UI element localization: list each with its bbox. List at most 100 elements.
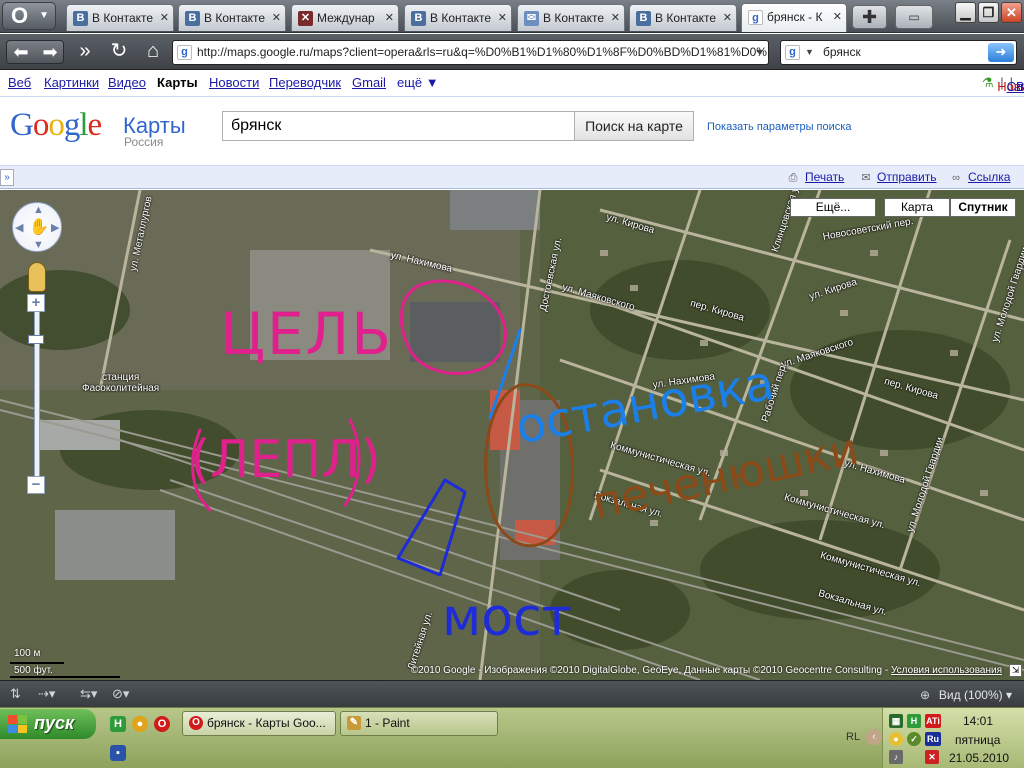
vk-icon: B <box>185 11 200 26</box>
tab-vkontakte-2[interactable]: B В Контакте ✕ <box>178 4 286 31</box>
quick-launch-browser-icon[interactable]: ● <box>132 716 148 732</box>
new-tab-button[interactable]: ✚ <box>852 5 887 29</box>
tray-desktop-icon[interactable]: H <box>907 714 921 728</box>
close-tab-icon[interactable]: ✕ <box>160 11 169 24</box>
reload-icon[interactable]: ↻ <box>106 39 132 65</box>
zoom-level[interactable]: Вид (100%) ▾ <box>939 688 1012 702</box>
pan-up-icon[interactable]: ▲ <box>33 204 44 216</box>
quick-launch-save-icon[interactable]: ▪ <box>110 745 126 761</box>
pan-control[interactable]: ▲ ▼ ◀ ▶ ✋ <box>12 202 62 252</box>
zoom-in-button[interactable]: + <box>27 294 45 312</box>
tray-network-icon[interactable]: ▦ <box>889 714 903 728</box>
satellite-map[interactable]: ул. Нахимова ул. Металлургов ул. Кирова … <box>0 190 1024 680</box>
quick-launch-opera-icon[interactable]: O <box>154 716 170 732</box>
tab-international[interactable]: ✕ Междунар ✕ <box>291 4 399 31</box>
taskbar-item-opera[interactable]: O брянск - Карты Goo... <box>182 711 336 736</box>
minimize-button[interactable]: ▁ <box>955 2 976 23</box>
search-field[interactable]: g ▼ брянск ➜ <box>780 40 1017 65</box>
gbar-link-translate[interactable]: Переводчик <box>269 75 341 90</box>
forward-arrow-icon[interactable]: ➡ <box>36 41 64 63</box>
home-icon[interactable]: ⌂ <box>140 39 166 65</box>
tab-vkontakte-1[interactable]: B В Контакте ✕ <box>66 4 174 31</box>
gbar-link-gmail[interactable]: Gmail <box>352 75 386 90</box>
gbar-more-menu[interactable]: ещё ▼ <box>397 75 439 90</box>
turbo-icon[interactable]: ⇢▾ <box>38 686 55 702</box>
gbar-link-news[interactable]: Новости <box>209 75 259 90</box>
panel-toggle-icon[interactable]: ⇅ <box>10 686 21 702</box>
google-logo[interactable]: Google <box>10 107 102 144</box>
maps-search-input[interactable]: брянск <box>222 111 574 141</box>
close-tab-icon[interactable]: ✕ <box>385 11 394 24</box>
envelope-icon: ✉ <box>861 172 871 184</box>
link-link[interactable]: Ссылка <box>968 170 1010 184</box>
clock-date: 21.05.2010 <box>949 751 1010 765</box>
sign-in-link[interactable]: Войти <box>1016 79 1024 94</box>
pan-right-icon[interactable]: ▶ <box>51 221 59 234</box>
close-tab-icon[interactable]: ✕ <box>833 10 842 23</box>
map-type-map-button[interactable]: Карта <box>884 198 950 217</box>
restore-button[interactable]: ❐ <box>978 2 999 23</box>
address-field[interactable]: g http://maps.google.ru/maps?client=oper… <box>172 40 769 65</box>
tray-check-icon[interactable]: ✓ <box>907 732 921 746</box>
search-on-map-button[interactable]: Поиск на карте <box>574 111 694 141</box>
flask-icon: ⚗ <box>981 75 994 90</box>
printer-icon: ⎙ <box>788 172 798 184</box>
tab-vkontakte-3[interactable]: B В Контакте ✕ <box>404 4 512 31</box>
street-view-pegman-icon[interactable] <box>28 262 46 292</box>
map-type-satellite-button[interactable]: Спутник <box>950 198 1016 217</box>
print-link[interactable]: Печать <box>805 170 844 184</box>
tab-vkontakte-5[interactable]: B В Контакте ✕ <box>629 4 737 31</box>
hand-icon: ✋ <box>29 219 49 236</box>
chevron-down-icon[interactable]: ▼ <box>805 41 814 64</box>
pan-down-icon[interactable]: ▼ <box>33 239 44 251</box>
quick-launch-desktop-icon[interactable]: H <box>110 716 126 732</box>
overview-toggle-icon[interactable]: ⇲ <box>1009 664 1022 677</box>
unite-icon[interactable]: ⊘▾ <box>112 686 129 702</box>
gbar-link-images[interactable]: Картинки <box>44 75 99 90</box>
close-tab-icon[interactable]: ✕ <box>272 11 281 24</box>
collapse-panel-icon[interactable]: » <box>0 169 14 186</box>
close-window-button[interactable]: ✕ <box>1001 2 1022 23</box>
close-tab-icon[interactable]: ✕ <box>723 11 732 24</box>
region-label: Россия <box>124 135 164 149</box>
clock-time[interactable]: 14:01 <box>963 714 993 728</box>
clock-day: пятница <box>955 733 1001 747</box>
vk-icon: B <box>636 11 651 26</box>
gbar-link-maps: Карты <box>157 75 198 90</box>
zoom-slider-handle[interactable] <box>28 335 44 344</box>
closed-tabs-trash-icon[interactable]: ▭ <box>895 5 933 29</box>
close-tab-icon[interactable]: ✕ <box>611 11 620 24</box>
taskbar-item-paint[interactable]: ✎ 1 - Paint <box>340 711 498 736</box>
start-button[interactable]: пуск <box>0 709 96 739</box>
annotation-bridge: мост <box>442 588 572 648</box>
send-link[interactable]: Отправить <box>877 170 937 184</box>
search-go-arrow-icon[interactable]: ➜ <box>988 43 1014 62</box>
google-icon: g <box>177 45 192 60</box>
close-tab-icon[interactable]: ✕ <box>498 11 507 24</box>
back-arrow-icon[interactable]: ⬅ <box>7 41 35 63</box>
language-indicator[interactable]: RL <box>846 731 860 743</box>
gbar-link-video[interactable]: Видео <box>108 75 146 90</box>
browser-status-bar: ⇅ ⇢▾ ⇆▾ ⊘▾ ⊕ Вид (100%) ▾ <box>0 680 1024 707</box>
opera-icon: O <box>189 716 203 730</box>
gbar-link-web[interactable]: Веб <box>8 75 31 90</box>
tab-vkontakte-4[interactable]: ✉ В Контакте ✕ <box>517 4 625 31</box>
tray-ati-icon[interactable]: ATi <box>925 714 941 728</box>
more-layers-button[interactable]: Ещё... <box>790 198 876 217</box>
tray-keyboard-layout-icon[interactable]: Ru <box>925 732 941 746</box>
tab-bryansk-maps[interactable]: g брянск - К ✕ <box>741 3 847 32</box>
tray-expand-icon[interactable]: ‹ <box>866 729 882 745</box>
tray-volume-icon[interactable]: ♪ <box>889 750 903 764</box>
tray-warning-icon[interactable]: ✕ <box>925 750 939 764</box>
chain-link-icon: ∞ <box>952 172 960 184</box>
terms-of-use-link[interactable]: Условия использования <box>891 665 1002 676</box>
fast-forward-icon[interactable]: » <box>72 39 98 65</box>
navigation-bar: ⬅ ➡ » ↻ ⌂ g http://maps.google.ru/maps?c… <box>0 34 1024 70</box>
pan-left-icon[interactable]: ◀ <box>15 221 23 234</box>
opera-menu-button[interactable]: O ▼ <box>2 2 56 30</box>
chevron-down-icon[interactable]: ▼ <box>755 41 764 64</box>
speed-dial-icon[interactable]: ⇆▾ <box>80 686 97 702</box>
tray-shield-icon[interactable]: ● <box>889 732 903 746</box>
zoom-out-button[interactable]: − <box>27 476 45 494</box>
show-search-options-link[interactable]: Показать параметры поиска <box>707 121 851 133</box>
